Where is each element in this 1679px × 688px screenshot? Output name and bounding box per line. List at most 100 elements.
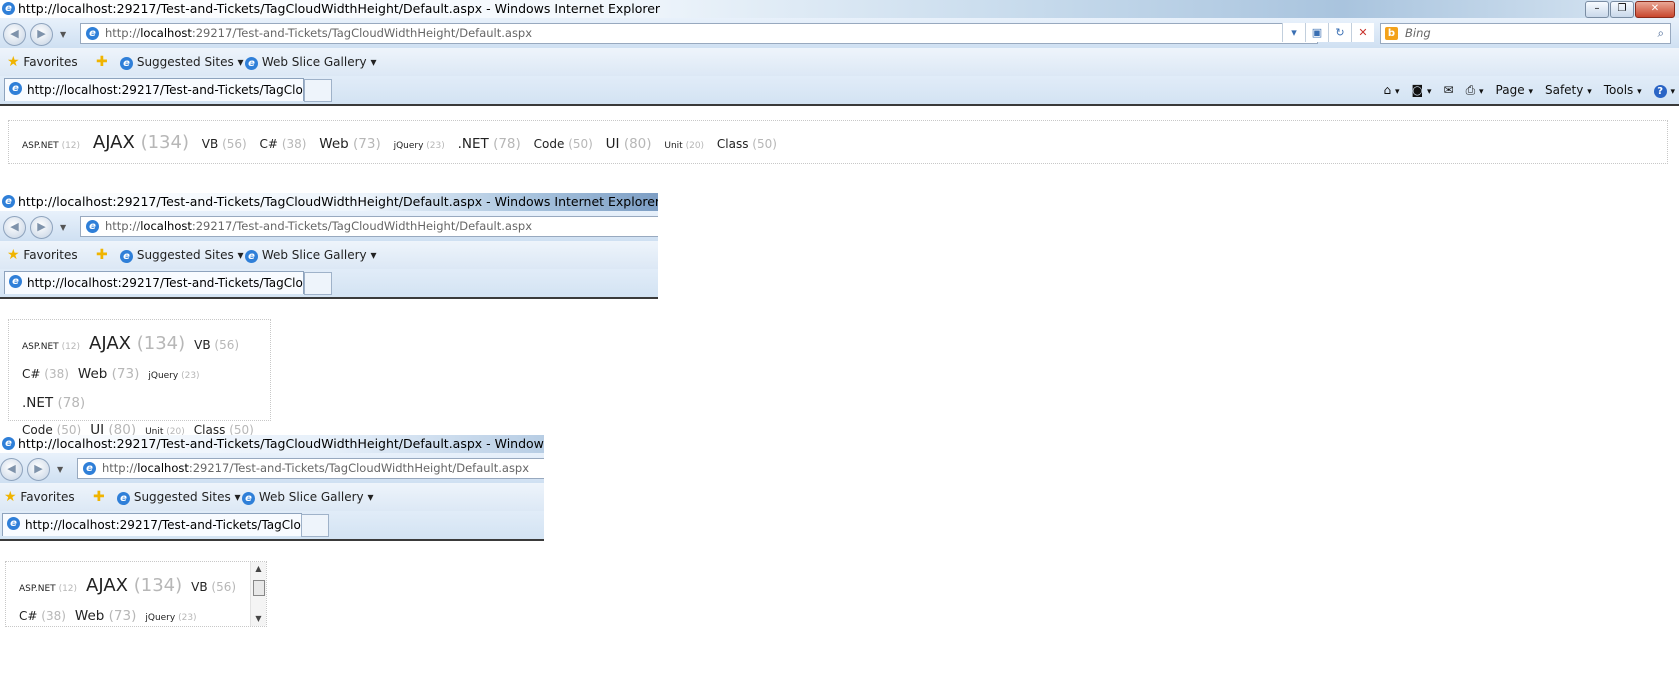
home-button[interactable]: ⌂ ▾	[1384, 83, 1400, 97]
page-menu[interactable]: Page ▾	[1496, 83, 1533, 97]
stop-icon[interactable]: ✕	[1351, 23, 1374, 42]
tag-item[interactable]: Web (73)	[75, 603, 136, 626]
feeds-button[interactable]: ◙ ▾	[1412, 83, 1432, 97]
minimize-button[interactable]: –	[1585, 1, 1609, 18]
tag-count: (73)	[353, 136, 381, 152]
tag-item[interactable]: AJAX (134)	[89, 330, 185, 357]
tab-title: http://localhost:29217/Test-and-Tickets/…	[25, 518, 302, 532]
help-button[interactable]: ? ▾	[1653, 83, 1675, 98]
forward-button[interactable]: ▶	[30, 23, 53, 46]
tag-item[interactable]: Class (50)	[717, 122, 777, 166]
ie-logo-icon: e	[2, 2, 15, 15]
favorites-label: Favorites	[23, 248, 78, 262]
address-host: localhost	[140, 219, 192, 233]
address-host: localhost	[137, 461, 189, 475]
forward-button[interactable]: ▶	[27, 458, 50, 481]
tag-count: (12)	[61, 141, 81, 151]
tag-item[interactable]: AJAX (134)	[86, 572, 182, 599]
tag-item[interactable]: Code (50)	[534, 122, 593, 166]
tag-count: (38)	[41, 609, 66, 623]
refresh-icon[interactable]: ↻	[1328, 23, 1351, 42]
mail-icon[interactable]: ✉	[1444, 83, 1454, 97]
add-to-favorites-icon[interactable]: ✚	[93, 483, 105, 511]
tag-cloud-scrollbar[interactable]: ▲ ▼	[250, 562, 266, 626]
suggested-sites-label: Suggested Sites	[133, 490, 231, 504]
tab-row: e http://localhost:29217/Test-and-Ticket…	[0, 76, 1679, 106]
new-tab-button[interactable]	[301, 514, 329, 537]
add-to-favorites-icon[interactable]: ✚	[96, 48, 108, 76]
search-field[interactable]: b Bing ⌕	[1380, 23, 1671, 44]
compatibility-icon[interactable]: ▣	[1305, 23, 1328, 42]
web-slice-gallery-link[interactable]: e Web Slice Gallery ▾	[245, 241, 376, 269]
tag-name: Web	[77, 366, 108, 382]
history-dropdown-icon[interactable]: ▼	[57, 465, 63, 474]
web-slice-gallery-label: Web Slice Gallery	[258, 490, 364, 504]
back-button[interactable]: ◀	[3, 216, 26, 239]
print-button[interactable]: ⎙ ▾	[1466, 83, 1484, 98]
tag-item[interactable]: Unit (20)	[664, 124, 704, 168]
tag-item[interactable]: VB (56)	[191, 574, 236, 601]
tag-item[interactable]: C# (38)	[19, 603, 66, 626]
window-title: http://localhost:29217/Test-and-Tickets/…	[18, 1, 661, 16]
close-button[interactable]: ✕	[1635, 1, 1675, 18]
suggested-sites-link[interactable]: e Suggested Sites ▾	[120, 48, 244, 76]
suggested-sites-link[interactable]: e Suggested Sites ▾	[117, 483, 241, 511]
ie-logo-icon: e	[2, 195, 15, 208]
maximize-button[interactable]: ❐	[1610, 1, 1634, 18]
favorites-button[interactable]: ★ Favorites	[7, 241, 78, 269]
web-slice-gallery-link[interactable]: e Web Slice Gallery ▾	[245, 48, 376, 76]
back-arrow-icon: ◀	[10, 220, 19, 233]
tag-item[interactable]: jQuery (23)	[145, 605, 196, 626]
tab-current[interactable]: e http://localhost:29217/Test-and-Ticket…	[2, 513, 302, 536]
address-field[interactable]: e http://localhost:29217/Test-and-Ticket…	[77, 458, 544, 479]
new-tab-button[interactable]	[304, 272, 332, 295]
history-dropdown-icon[interactable]: ▼	[60, 30, 66, 39]
tag-item[interactable]: Web (73)	[78, 361, 139, 388]
tag-count: (56)	[214, 338, 240, 352]
favorites-label: Favorites	[23, 55, 78, 69]
back-button[interactable]: ◀	[3, 23, 26, 46]
tag-name: jQuery	[148, 371, 179, 381]
tag-item[interactable]: .NET (78)	[458, 122, 521, 166]
tools-menu[interactable]: Tools ▾	[1604, 83, 1642, 97]
suggested-sites-link[interactable]: e Suggested Sites ▾	[120, 241, 244, 269]
scroll-down-icon[interactable]: ▼	[251, 612, 266, 626]
favorites-button[interactable]: ★ Favorites	[4, 483, 75, 511]
tag-item[interactable]: AJAX (134)	[93, 121, 189, 165]
history-dropdown-icon[interactable]: ▼	[60, 223, 66, 232]
tag-item[interactable]: VB (56)	[202, 122, 247, 166]
tag-item[interactable]: C# (38)	[22, 361, 69, 388]
tag-item[interactable]: ASP.NET (12)	[19, 576, 77, 603]
address-dropdown-icon[interactable]: ▾	[1282, 23, 1305, 42]
tag-item[interactable]: C# (38)	[260, 122, 307, 166]
tag-item[interactable]: jQuery (23)	[394, 124, 445, 168]
web-slice-gallery-link[interactable]: e Web Slice Gallery ▾	[242, 483, 373, 511]
window-controls: – ❐ ✕	[1584, 1, 1675, 18]
back-button[interactable]: ◀	[0, 458, 23, 481]
home-icon: ⌂	[1383, 83, 1392, 97]
safety-menu[interactable]: Safety ▾	[1545, 83, 1592, 97]
tag-item[interactable]: Web (73)	[319, 122, 380, 166]
address-field[interactable]: e http://localhost:29217/Test-and-Ticket…	[80, 216, 658, 237]
favorites-button[interactable]: ★ Favorites	[7, 48, 78, 76]
tag-item[interactable]: ASP.NET (12)	[22, 334, 80, 361]
tag-item[interactable]: ASP.NET (12)	[22, 124, 80, 168]
tag-item[interactable]: .NET (78)	[22, 390, 85, 417]
tab-current[interactable]: e http://localhost:29217/Test-and-Ticket…	[4, 78, 304, 101]
tag-item[interactable]: VB (56)	[194, 332, 239, 359]
tab-current[interactable]: e http://localhost:29217/Test-and-Ticket…	[4, 271, 304, 294]
scroll-thumb[interactable]	[253, 580, 265, 596]
address-field[interactable]: e http://localhost:29217/Test-and-Ticket…	[80, 23, 1318, 44]
tag-item[interactable]: UI (80)	[606, 122, 652, 166]
search-icon[interactable]: ⌕	[1658, 24, 1664, 43]
forward-button[interactable]: ▶	[30, 216, 53, 239]
new-tab-button[interactable]	[304, 79, 332, 102]
favorites-star-icon: ★	[4, 489, 17, 505]
favorites-bar: ★ Favorites ✚ e Suggested Sites ▾ e Web …	[0, 483, 544, 511]
add-to-favorites-icon[interactable]: ✚	[96, 241, 108, 269]
browser-window-medium: e http://localhost:29217/Test-and-Ticket…	[0, 193, 658, 313]
tag-name: C#	[22, 367, 41, 381]
tag-count: (50)	[568, 137, 593, 151]
scroll-up-icon[interactable]: ▲	[251, 562, 266, 576]
tag-item[interactable]: jQuery (23)	[148, 363, 199, 390]
